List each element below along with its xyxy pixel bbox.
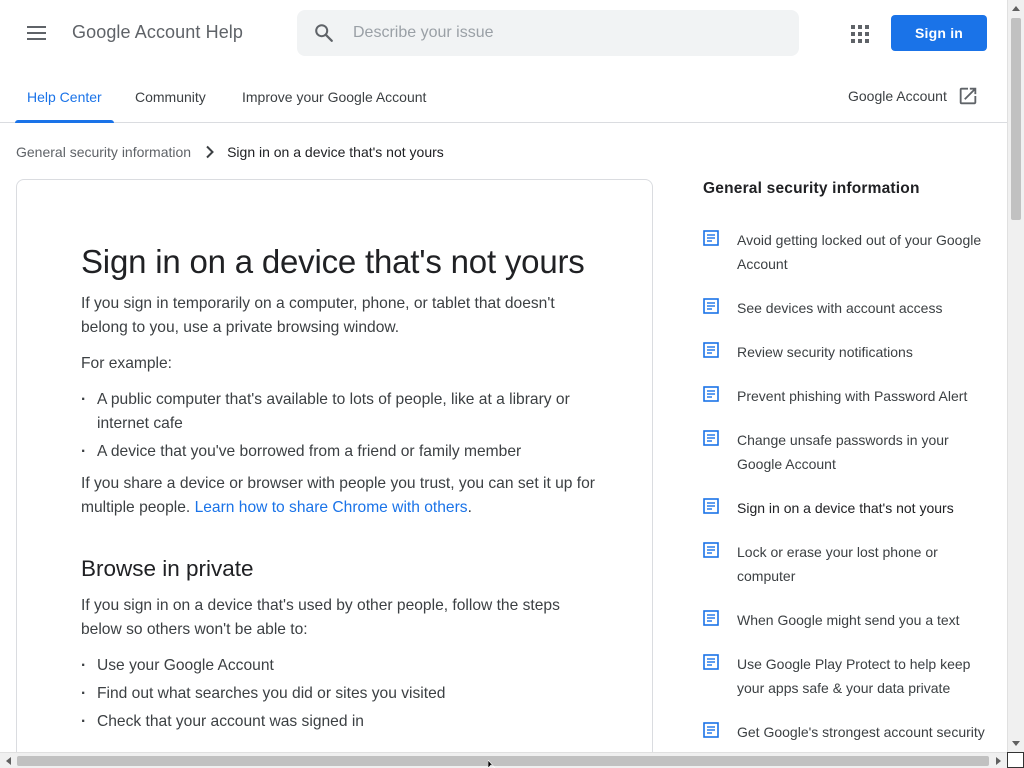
scroll-down-arrow-icon[interactable] — [1008, 736, 1024, 752]
example-list: A public computer that's available to lo… — [81, 388, 601, 464]
article-doc-icon — [703, 430, 719, 446]
apps-grid-dot — [858, 25, 862, 29]
hamburger-menu-icon — [26, 26, 46, 40]
list-item: Find out what searches you did or sites … — [81, 682, 601, 706]
google-account-link[interactable]: Google Account — [848, 68, 979, 123]
sidebar-article-label: Change unsafe passwords in your Google A… — [737, 432, 949, 472]
share-end: . — [467, 499, 472, 516]
apps-grid-dot — [851, 39, 855, 43]
share-chrome-link[interactable]: Learn how to share Chrome with others — [195, 499, 468, 516]
related-articles-sidebar: General security information Avoid getti… — [703, 180, 998, 740]
horizontal-scroll-thumb[interactable] — [17, 756, 989, 766]
sidebar-article-label: Lock or erase your lost phone or compute… — [737, 544, 938, 584]
top-header: Google Account Help Sign in — [0, 0, 1007, 68]
sidebar-article-label: Avoid getting locked out of your Google … — [737, 232, 982, 272]
google-account-link-label: Google Account — [848, 87, 947, 104]
article-intro: If you sign in temporarily on a computer… — [81, 295, 555, 336]
article-card: Sign in on a device that's not yours If … — [16, 179, 653, 768]
apps-grid-dot — [858, 32, 862, 36]
sidebar-article-label: Sign in on a device that's not yours — [737, 500, 954, 516]
mouse-cursor-icon — [488, 760, 496, 768]
sidebar-article-label: Prevent phishing with Password Alert — [737, 388, 968, 404]
apps-grid-dot — [865, 25, 869, 29]
apps-grid-dot — [851, 25, 855, 29]
sidebar-article-label: See devices with account access — [737, 300, 943, 316]
apps-grid-dot — [865, 32, 869, 36]
article-doc-icon — [703, 386, 719, 402]
browse-paragraph: If you sign in on a device that's used b… — [81, 597, 560, 638]
scroll-left-arrow-icon[interactable] — [0, 753, 16, 768]
search-box[interactable] — [297, 10, 799, 56]
share-paragraph: If you share a device or browser with pe… — [81, 472, 601, 520]
scroll-up-arrow-icon[interactable] — [1008, 0, 1024, 16]
sidebar-article-label: Use Google Play Protect to help keep you… — [737, 656, 971, 696]
search-icon[interactable] — [313, 22, 335, 44]
sidebar-title: General security information — [703, 180, 920, 197]
article-doc-icon — [703, 498, 719, 514]
breadcrumb-parent-link[interactable]: General security information — [16, 144, 191, 160]
apps-grid-dot — [865, 39, 869, 43]
article-doc-icon — [703, 722, 719, 738]
scrollbar-corner — [1007, 752, 1024, 768]
apps-grid-dot — [858, 39, 862, 43]
list-item: Use your Google Account — [81, 654, 601, 678]
example-label: For example: — [81, 355, 172, 372]
search-input[interactable] — [353, 10, 783, 56]
open-in-new-icon — [959, 87, 977, 104]
article-doc-icon — [703, 230, 719, 246]
breadcrumb-current: Sign in on a device that's not yours — [227, 144, 444, 160]
main-menu-button[interactable] — [18, 16, 54, 50]
article-doc-icon — [703, 654, 719, 670]
article-content: Sign in on a device that's not yours If … — [81, 242, 601, 738]
nav-tabs: Help Center Community Improve your Googl… — [0, 68, 1007, 123]
vertical-scrollbar[interactable] — [1007, 0, 1024, 752]
vertical-scroll-thumb[interactable] — [1011, 18, 1021, 220]
tab-help-center[interactable]: Help Center — [15, 68, 114, 123]
sidebar-article-label: Review security notifications — [737, 344, 913, 360]
article-doc-icon — [703, 542, 719, 558]
section-title-browse-private: Browse in private — [81, 556, 254, 581]
chevron-right-icon — [205, 145, 215, 159]
apps-grid-icon[interactable] — [846, 20, 872, 46]
list-item: A device that you've borrowed from a fri… — [81, 440, 601, 464]
article-title: Sign in on a device that's not yours — [81, 243, 585, 280]
scroll-right-arrow-icon[interactable] — [991, 753, 1007, 768]
article-doc-icon — [703, 610, 719, 626]
tab-community[interactable]: Community — [135, 68, 206, 123]
list-item: Check that your account was signed in — [81, 710, 601, 734]
breadcrumb: General security information Sign in on … — [16, 142, 444, 162]
horizontal-scrollbar[interactable] — [0, 752, 1007, 768]
sidebar-article-label: Get Google's strongest account security — [737, 724, 985, 740]
browse-list: Use your Google Account Find out what se… — [81, 654, 601, 734]
sidebar-article-label: When Google might send you a text — [737, 612, 960, 628]
apps-grid-dot — [851, 32, 855, 36]
tab-improve-account[interactable]: Improve your Google Account — [242, 68, 426, 123]
article-doc-icon — [703, 298, 719, 314]
sign-in-button[interactable]: Sign in — [891, 15, 987, 51]
list-item: A public computer that's available to lo… — [81, 388, 601, 436]
article-doc-icon — [703, 342, 719, 358]
app-title[interactable]: Google Account Help — [72, 22, 243, 43]
